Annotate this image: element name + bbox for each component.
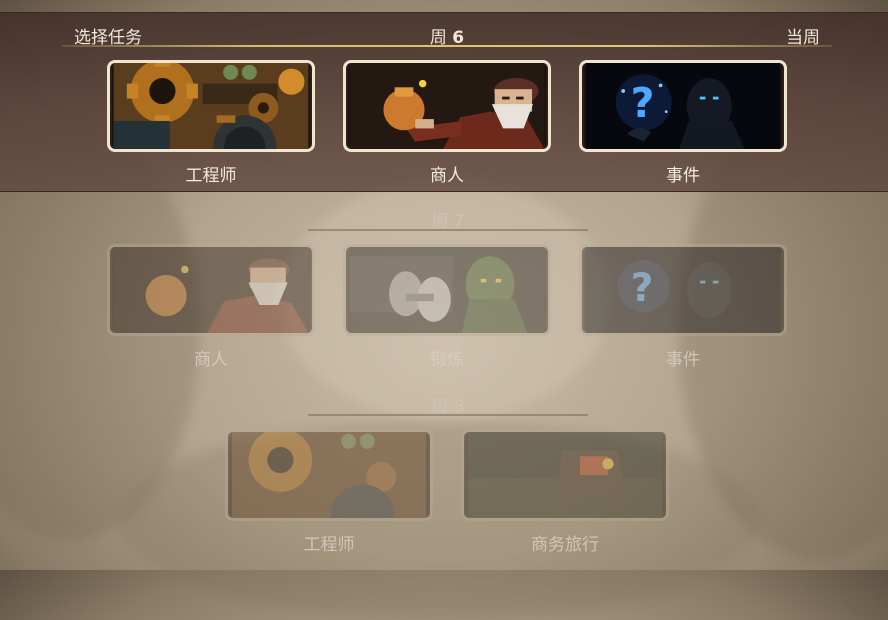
task-card-business-trip[interactable] <box>461 429 669 521</box>
svg-text:?: ? <box>631 79 655 127</box>
mystery-event-icon: ? <box>585 63 781 149</box>
task-label-event: 事件 <box>666 166 700 186</box>
task-card-merchant[interactable] <box>107 244 315 336</box>
task-card-engineer[interactable] <box>225 429 433 521</box>
header-divider <box>62 45 832 47</box>
training-icon <box>349 247 545 333</box>
svg-text:?: ? <box>631 266 654 311</box>
task-card-event[interactable]: ? <box>579 60 787 152</box>
task-label-engineer: 工程师 <box>185 166 237 186</box>
task-card-engineer[interactable] <box>107 60 315 152</box>
week-header: 选择任务 周 6 当周 <box>62 21 832 48</box>
merchant-icon <box>113 247 309 333</box>
task-card-event[interactable]: ? <box>579 244 787 336</box>
week8-divider <box>308 414 588 416</box>
task-card-merchant[interactable] <box>343 60 551 152</box>
task-label-engineer: 工程师 <box>303 535 355 555</box>
task-card-training[interactable] <box>343 244 551 336</box>
business-trip-icon <box>467 432 663 518</box>
task-label-business-trip: 商务旅行 <box>531 535 599 555</box>
gears-icon <box>113 63 309 149</box>
gears-icon <box>231 432 427 518</box>
current-week-panel: 选择任务 周 6 当周 工程师 商人 ? 事件 <box>0 12 888 192</box>
task-label-merchant: 商人 <box>194 350 228 370</box>
task-label-event: 事件 <box>666 350 700 370</box>
week7-divider <box>308 229 588 231</box>
task-label-training: 锻炼 <box>430 350 464 370</box>
task-label-merchant: 商人 <box>430 166 464 186</box>
merchant-icon <box>349 63 545 149</box>
mystery-event-icon: ? <box>585 247 781 333</box>
